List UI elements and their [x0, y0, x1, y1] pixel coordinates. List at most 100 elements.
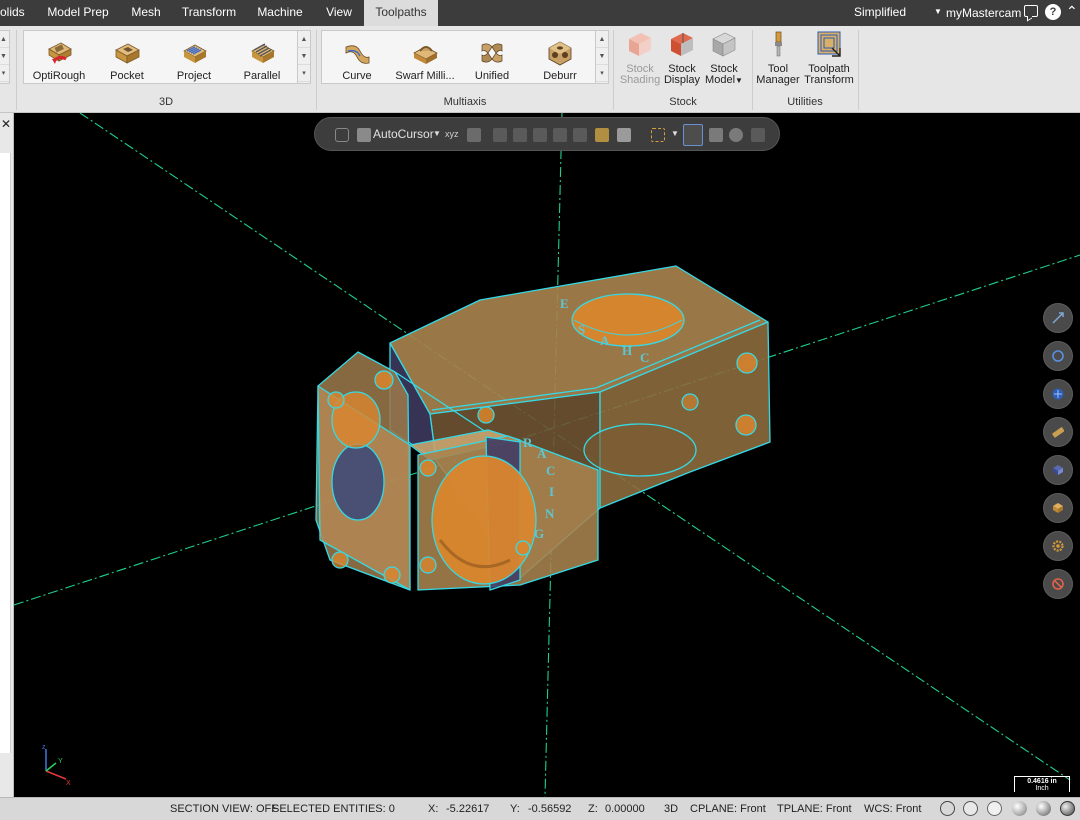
select-entity-icon[interactable] [513, 128, 527, 142]
project-button[interactable]: Project [161, 35, 227, 85]
hidden-line-icon[interactable] [987, 801, 1002, 816]
simplified-label[interactable]: Simplified [854, 0, 906, 25]
svg-text:z: z [42, 744, 46, 751]
measure-button[interactable] [1043, 417, 1073, 447]
minimize-ribbon-icon[interactable]: ⌃ [1066, 1, 1078, 21]
engraving-letter: G [534, 526, 544, 541]
y-coord-label: Y: [510, 803, 520, 815]
optirough-icon [48, 42, 72, 64]
curve-label: Curve [342, 70, 372, 82]
close-icon[interactable]: ✕ [1, 117, 11, 131]
translucency-icon[interactable] [1060, 801, 1075, 816]
parallel-label: Parallel [243, 70, 281, 82]
globe-icon[interactable] [963, 801, 978, 816]
x-coord-value[interactable]: -5.22617 [446, 798, 489, 820]
cursor-select-icon[interactable] [357, 128, 371, 142]
shaded-button[interactable] [1043, 493, 1073, 523]
tab-model-prep[interactable]: Model Prep [38, 0, 118, 26]
toolpath-transform-button[interactable]: Toolpath Transform [804, 30, 854, 86]
pocket-icon [115, 43, 140, 64]
selected-entities-status: SELECTED ENTITIES: 0 [272, 803, 395, 815]
group-stock: Stock Shading Stock Display Stock Model▼… [614, 26, 752, 113]
stock-display-button[interactable]: Stock Display [658, 30, 706, 86]
window-select-dropdown-icon[interactable]: ▼ [671, 118, 679, 150]
tab-mesh[interactable]: Mesh [124, 0, 168, 26]
tool-manager-icon [775, 31, 782, 57]
shaded-edges-sphere-icon[interactable] [1036, 801, 1051, 816]
autocursor-dropdown-icon[interactable]: ▼ [433, 118, 441, 150]
engraving-letter: E [560, 296, 569, 311]
settings-button[interactable] [1043, 531, 1073, 561]
stock-shading-button[interactable]: Stock Shading [616, 30, 664, 86]
swarf-milling-icon [413, 46, 438, 64]
wireframe-globe-icon[interactable] [940, 801, 955, 816]
select-face-icon[interactable] [553, 128, 567, 142]
deburr-button[interactable]: Deburr [527, 35, 593, 85]
tab-solids[interactable]: olids [0, 0, 28, 26]
lock-icon[interactable] [335, 128, 349, 142]
wireframe-button[interactable] [1043, 455, 1073, 485]
tool-manager-button[interactable]: Tool Manager [754, 30, 802, 86]
unified-button[interactable]: Unified [459, 35, 525, 85]
swarf-milling-button[interactable]: Swarf Milli... [392, 35, 458, 85]
caret-down-icon[interactable]: ▼ [934, 0, 942, 24]
isometric-view-button[interactable] [1043, 379, 1073, 409]
gallery-3d-scroll[interactable]: ▲ ▼ ▾ [297, 31, 310, 83]
stock-model-button[interactable]: Stock Model▼ [700, 30, 748, 86]
select-solid-icon[interactable] [533, 128, 547, 142]
stock-shading-icon [629, 33, 651, 56]
snap-icon[interactable] [467, 128, 481, 142]
shaded-sphere-icon[interactable] [1012, 801, 1027, 816]
machined-part-model [315, 265, 771, 591]
stock-model-label-2: Model [705, 74, 736, 86]
x-coord-label: X: [428, 803, 439, 815]
tab-transform[interactable]: Transform [178, 0, 240, 26]
toolpath-transform-label-2: Transform [804, 74, 854, 86]
help-icon[interactable]: ? [1045, 4, 1061, 20]
engraving-letter: C [640, 350, 649, 365]
autocursor-label[interactable]: AutoCursor [373, 118, 434, 150]
cplane-status[interactable]: CPLANE: Front [690, 798, 766, 820]
mode-3d-toggle[interactable]: 3D [664, 798, 678, 820]
refresh-selection-icon[interactable] [729, 128, 743, 142]
optirough-button[interactable]: OptiRough [26, 35, 92, 85]
gallery-multiaxis-scroll[interactable]: ▲ ▼ ▾ [595, 31, 608, 83]
rotate-view-button[interactable] [1043, 341, 1073, 371]
wcs-status[interactable]: WCS: Front [864, 798, 921, 820]
parallel-button[interactable]: Parallel [229, 35, 295, 85]
part-scene[interactable]: R A C I N G C H A S E [14, 113, 1080, 797]
xyz-entry-icon[interactable]: xyz [445, 118, 459, 150]
unselect-all-icon[interactable] [751, 128, 765, 142]
dropdown-arrow-icon: ▼ [735, 76, 743, 85]
graphics-viewport[interactable]: R A C I N G C H A S E AutoCursor ▼ xyz ▼… [14, 113, 1080, 797]
z-coord-value[interactable]: 0.00000 [605, 798, 645, 820]
shaded-box-icon [1053, 503, 1063, 513]
tab-toolpaths[interactable]: Toolpaths [364, 0, 438, 26]
deburr-icon [548, 41, 572, 66]
scale-unit: Inch [1035, 785, 1049, 792]
fit-view-button[interactable] [1043, 303, 1073, 333]
account-label[interactable]: myMastercam [946, 0, 1021, 27]
window-select-icon[interactable] [651, 128, 665, 142]
clear-button[interactable] [1043, 569, 1073, 599]
tplane-status[interactable]: TPLANE: Front [777, 798, 852, 820]
curve-button[interactable]: Curve [324, 35, 390, 85]
pocket-button[interactable]: Pocket [94, 35, 160, 85]
select-all-icon[interactable] [709, 128, 723, 142]
select-edge-icon[interactable] [573, 128, 587, 142]
wireframe-icon [1053, 465, 1063, 475]
y-coord-value[interactable]: -0.56592 [528, 798, 571, 820]
parallel-icon [251, 43, 275, 63]
manager-panel-collapsed[interactable]: ✕ [0, 113, 14, 797]
tab-view[interactable]: View [320, 0, 358, 26]
select-pointer-icon[interactable] [493, 128, 507, 142]
status-bar: SECTION VIEW: OFF SELECTED ENTITIES: 0 X… [0, 797, 1080, 820]
section-view-status[interactable]: SECTION VIEW: OFF [170, 798, 278, 820]
toolpath-transform-icon [817, 31, 841, 57]
select-body-icon[interactable] [595, 128, 609, 142]
pointer-mode-icon[interactable] [617, 128, 631, 142]
gallery-partial: ▲ ▼ ▾ [0, 30, 10, 84]
verify-selection-icon[interactable] [683, 124, 703, 146]
feedback-icon[interactable] [1024, 5, 1038, 17]
tab-machine[interactable]: Machine [250, 0, 310, 26]
